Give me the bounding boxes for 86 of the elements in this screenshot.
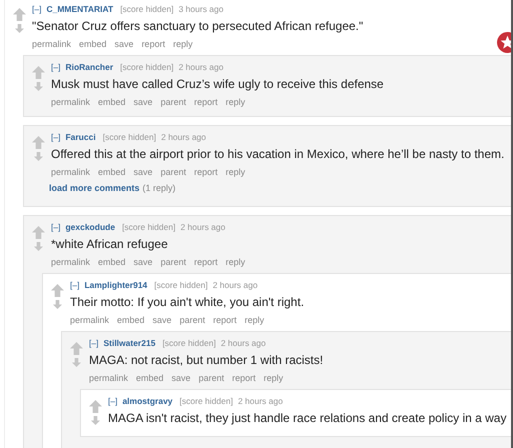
comment-text: Musk must have called Cruz’s wife ugly to receive this defense (51, 77, 385, 91)
action-link[interactable]: embed (98, 257, 126, 267)
action-link[interactable]: reply (173, 39, 193, 49)
action-link[interactable]: parent (160, 97, 186, 107)
timestamp: 2 hours ago (161, 132, 206, 142)
score-text: [score hidden] (102, 132, 156, 142)
score-text: [score hidden] (180, 396, 233, 406)
upvote-icon[interactable] (32, 136, 44, 149)
action-link[interactable]: reply (226, 97, 246, 107)
action-link[interactable]: save (134, 257, 153, 267)
action-link[interactable]: embed (98, 97, 126, 107)
downvote-icon[interactable] (72, 358, 80, 367)
comment-text: Their motto: If you ain't white, you ain't right. (70, 295, 306, 309)
action-link[interactable]: save (134, 97, 153, 107)
action-link[interactable]: embed (79, 39, 107, 49)
comment-text: "Senator Cruz offers sanctuary to persecuted African refugee." (32, 19, 364, 33)
action-link[interactable]: report (194, 97, 218, 107)
collapse-link[interactable]: [–] (51, 222, 60, 232)
action-link[interactable]: reply (244, 315, 264, 325)
action-link[interactable]: report (194, 167, 218, 177)
author-link[interactable]: almostgravy (122, 396, 173, 406)
upvote-icon[interactable] (32, 66, 44, 79)
collapse-link[interactable]: [–] (89, 338, 98, 348)
comment-text: Offered this at the airport prior to his vacation in Mexico, where he’ll be nasty to them. (51, 147, 506, 161)
comment-text: *white African refugee (51, 237, 169, 251)
collapse-link[interactable]: [–] (51, 132, 60, 142)
downvote-icon[interactable] (34, 242, 42, 251)
action-link[interactable]: permalink (89, 373, 128, 383)
action-link[interactable]: save (172, 373, 191, 383)
upvote-icon[interactable] (70, 342, 82, 355)
downvote-icon[interactable] (90, 416, 100, 425)
timestamp: 2 hours ago (212, 280, 258, 290)
action-link[interactable]: embed (136, 373, 164, 383)
timestamp: 2 hours ago (178, 62, 224, 72)
upvote-icon[interactable] (12, 8, 26, 21)
action-link[interactable]: permalink (32, 39, 72, 49)
timestamp: 2 hours ago (238, 396, 283, 406)
upvote-icon[interactable] (50, 284, 64, 297)
author-link[interactable]: RioRancher (65, 62, 114, 72)
author-link[interactable]: C_MMENTARIAT (46, 4, 114, 14)
comment-text: MAGA isn't racist, they just handle race relations and create policy in a way (108, 411, 508, 425)
action-link[interactable]: report (194, 257, 218, 267)
collapse-link[interactable]: [–] (51, 62, 60, 72)
action-link[interactable]: report (213, 315, 237, 325)
downvote-icon[interactable] (14, 24, 24, 33)
downvote-icon[interactable] (52, 300, 62, 309)
collapse-link[interactable]: [–] (108, 396, 118, 406)
action-link[interactable]: save (152, 315, 172, 325)
collapse-link[interactable]: [–] (70, 280, 80, 290)
upvote-icon[interactable] (32, 226, 44, 239)
upvote-icon[interactable] (88, 400, 102, 413)
reply-count: (1 reply) (142, 183, 176, 193)
action-link[interactable]: reply (264, 373, 284, 383)
action-link[interactable]: reply (226, 167, 246, 177)
score-text: [score hidden] (120, 62, 174, 72)
downvote-icon[interactable] (34, 152, 42, 161)
load-more-link[interactable]: load more comments (49, 183, 140, 193)
timestamp: 2 hours ago (180, 222, 226, 232)
action-link[interactable]: parent (160, 257, 186, 267)
action-link[interactable]: embed (98, 167, 126, 177)
action-link[interactable]: save (134, 167, 153, 177)
action-link[interactable]: permalink (51, 167, 90, 177)
author-link[interactable]: gexckodude (65, 222, 116, 232)
timestamp: 3 hours ago (178, 4, 224, 14)
action-link[interactable]: reply (226, 257, 246, 267)
author-link[interactable]: Stillwater215 (103, 338, 156, 348)
score-text: [score hidden] (154, 280, 208, 290)
downvote-icon[interactable] (34, 82, 42, 91)
action-link[interactable]: permalink (70, 315, 110, 325)
author-link[interactable]: Farucci (65, 132, 96, 142)
action-link[interactable]: permalink (51, 257, 90, 267)
score-text: [score hidden] (122, 222, 176, 232)
timestamp: 2 hours ago (220, 338, 266, 348)
comment-text: MAGA: not racist, but number 1 with racists! (89, 353, 324, 367)
action-link[interactable]: save (114, 39, 134, 49)
action-link[interactable]: parent (198, 373, 224, 383)
author-link[interactable]: Lamplighter914 (84, 280, 148, 290)
action-link[interactable]: parent (180, 315, 206, 325)
action-link[interactable]: report (142, 39, 166, 49)
collapse-link[interactable]: [–] (32, 4, 42, 14)
action-link[interactable]: parent (160, 167, 186, 177)
action-link[interactable]: permalink (51, 97, 90, 107)
action-link[interactable]: report (232, 373, 256, 383)
score-text: [score hidden] (120, 4, 174, 14)
action-link[interactable]: embed (117, 315, 145, 325)
score-text: [score hidden] (162, 338, 216, 348)
